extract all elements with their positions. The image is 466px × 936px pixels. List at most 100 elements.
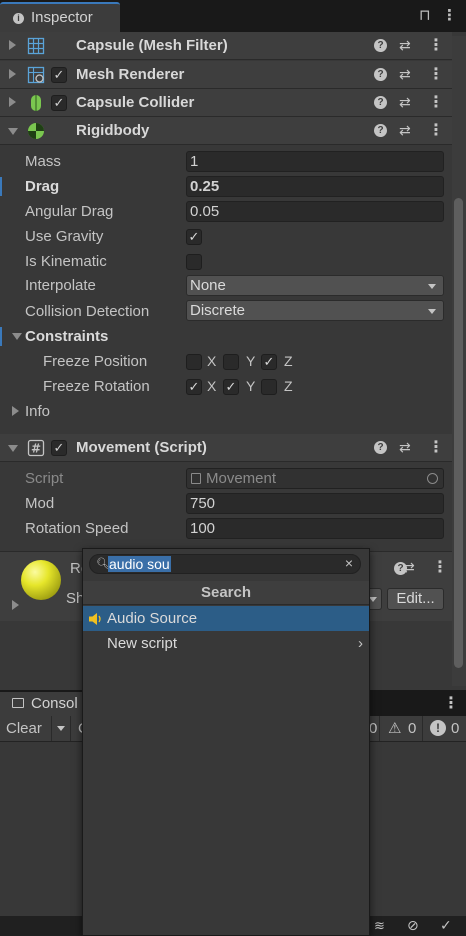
mod-field[interactable]: 750 xyxy=(186,493,444,514)
collapse-arrow-icon[interactable] xyxy=(9,97,16,107)
freeze-position-z-checkbox[interactable]: ✓ xyxy=(261,354,277,370)
edit-shader-button[interactable]: Edit... xyxy=(387,588,444,610)
chevron-down-icon xyxy=(57,726,65,731)
constraints-label[interactable]: Constraints xyxy=(25,328,108,345)
interpolate-label: Interpolate xyxy=(25,277,96,294)
modified-marker xyxy=(0,327,2,346)
drag-field[interactable]: 0.25 xyxy=(186,176,444,197)
component-title: Rigidbody xyxy=(76,122,150,139)
component-menu-icon[interactable]: ⋮ xyxy=(428,437,444,457)
warning-icon: ⚠ xyxy=(388,720,402,737)
clear-button[interactable]: Clear xyxy=(6,720,42,737)
component-title: Movement (Script) xyxy=(76,439,207,456)
object-picker-icon[interactable] xyxy=(427,473,438,484)
collision-detection-dropdown[interactable]: Discrete xyxy=(186,300,444,321)
collision-detection-value: Discrete xyxy=(190,302,246,319)
component-menu-icon[interactable]: ⋮ xyxy=(432,557,448,577)
progress-check-icon[interactable]: ✓ xyxy=(440,917,452,934)
interpolate-dropdown[interactable]: None xyxy=(186,275,444,296)
help-icon[interactable]: ? xyxy=(374,39,387,52)
is-kinematic-label: Is Kinematic xyxy=(25,253,107,270)
is-kinematic-checkbox[interactable] xyxy=(186,254,202,270)
collapse-arrow-icon[interactable] xyxy=(9,69,16,79)
movement-script-header[interactable]: # ✓ Movement (Script) ? ⇄ ⋮ xyxy=(0,434,452,462)
interpolate-value: None xyxy=(190,277,226,294)
help-icon[interactable]: ? xyxy=(374,68,387,81)
console-tab-label: Consol xyxy=(31,695,78,712)
collapse-arrow-icon[interactable] xyxy=(9,40,16,50)
popup-header: Search xyxy=(83,581,369,605)
material-preview-sphere xyxy=(21,560,61,600)
capsule-collider-header[interactable]: ✓ Capsule Collider ? ⇄ ⋮ xyxy=(0,89,452,117)
angular-drag-field[interactable]: 0.05 xyxy=(186,201,444,222)
component-title: Capsule Collider xyxy=(76,94,195,111)
axis-x-label: X xyxy=(207,353,217,369)
search-input[interactable]: audio sou xyxy=(108,556,171,572)
component-menu-icon[interactable]: ⋮ xyxy=(428,64,444,84)
expand-arrow-icon[interactable] xyxy=(8,445,18,452)
popup-item-audio-source[interactable]: Audio Source xyxy=(83,606,369,631)
axis-x-label: X xyxy=(207,378,217,394)
rigidbody-header[interactable]: Rigidbody ? ⇄ ⋮ xyxy=(0,117,452,145)
info-collapse-icon[interactable] xyxy=(12,406,19,416)
freeze-rotation-y-checkbox[interactable]: ✓ xyxy=(223,379,239,395)
component-menu-icon[interactable]: ⋮ xyxy=(428,120,444,140)
script-label: Script xyxy=(25,470,64,487)
help-icon[interactable]: ? xyxy=(374,124,387,137)
clear-options-dropdown[interactable] xyxy=(51,716,71,741)
chevron-right-icon: › xyxy=(358,635,363,652)
preset-icon[interactable]: ⇄ xyxy=(399,94,411,111)
popup-item-new-script[interactable]: New script › xyxy=(83,631,369,656)
enabled-checkbox[interactable]: ✓ xyxy=(51,67,67,83)
freeze-rotation-label: Freeze Rotation xyxy=(43,378,150,395)
mesh-renderer-header[interactable]: ✓ Mesh Renderer ? ⇄ ⋮ xyxy=(0,61,452,89)
warning-filter-toggle[interactable]: ⚠ 0 xyxy=(379,716,421,741)
popup-item-label: New script xyxy=(107,635,178,652)
enabled-checkbox[interactable]: ✓ xyxy=(51,440,67,456)
preset-icon[interactable]: ⇄ xyxy=(399,122,411,139)
freeze-rotation-x-checkbox[interactable]: ✓ xyxy=(186,379,202,395)
freeze-position-y-checkbox[interactable] xyxy=(223,354,239,370)
rotation-speed-field[interactable]: 100 xyxy=(186,518,444,539)
preset-icon[interactable]: ⇄ xyxy=(403,559,415,576)
help-icon[interactable]: ? xyxy=(374,96,387,109)
inspector-scrollbar-thumb[interactable] xyxy=(454,198,463,668)
enabled-checkbox[interactable]: ✓ xyxy=(51,95,67,111)
mesh-filter-header[interactable]: Capsule (Mesh Filter) ? ⇄ ⋮ xyxy=(0,32,452,60)
inspector-tab[interactable]: i Inspector xyxy=(0,2,120,32)
material-collapse-icon[interactable] xyxy=(12,600,19,610)
preset-icon[interactable]: ⇄ xyxy=(399,66,411,83)
modified-marker xyxy=(0,177,2,196)
script-field: Movement xyxy=(186,468,444,489)
preset-icon[interactable]: ⇄ xyxy=(399,37,411,54)
info-label[interactable]: Info xyxy=(25,403,50,420)
mod-label: Mod xyxy=(25,495,55,512)
error-icon: ! xyxy=(430,720,446,736)
clear-search-icon[interactable]: × xyxy=(345,555,353,571)
kebab-menu-icon[interactable]: ⋮ xyxy=(443,693,459,713)
kebab-menu-icon[interactable]: ⋮ xyxy=(442,6,457,24)
expand-arrow-icon[interactable] xyxy=(8,128,18,135)
add-component-popup: 🔍︎ audio sou × Search Audio Source New s… xyxy=(82,548,370,936)
preset-icon[interactable]: ⇄ xyxy=(399,439,411,456)
freeze-position-label: Freeze Position xyxy=(43,353,148,370)
popup-item-label: Audio Source xyxy=(107,610,198,627)
rotation-speed-label: Rotation Speed xyxy=(25,520,129,537)
use-gravity-checkbox[interactable]: ✓ xyxy=(186,229,202,245)
svg-text:#: # xyxy=(31,442,41,456)
mass-field[interactable]: 1 xyxy=(186,151,444,172)
debug-off-icon[interactable]: ⊘ xyxy=(407,917,419,934)
freeze-position-x-checkbox[interactable] xyxy=(186,354,202,370)
component-menu-icon[interactable]: ⋮ xyxy=(428,92,444,112)
rigidbody-icon xyxy=(28,123,44,139)
constraints-expand-icon[interactable] xyxy=(12,333,22,340)
component-menu-icon[interactable]: ⋮ xyxy=(428,35,444,55)
layers-icon[interactable]: ≋ xyxy=(374,918,385,934)
chevron-down-icon xyxy=(428,309,436,314)
freeze-rotation-z-checkbox[interactable] xyxy=(261,379,277,395)
lock-icon[interactable]: ⊓ xyxy=(419,6,431,24)
log-count-partial[interactable]: 0 xyxy=(369,720,377,737)
help-icon[interactable]: ? xyxy=(374,441,387,454)
search-field[interactable]: 🔍︎ audio sou × xyxy=(89,554,361,574)
error-filter-toggle[interactable]: ! 0 xyxy=(422,716,466,741)
